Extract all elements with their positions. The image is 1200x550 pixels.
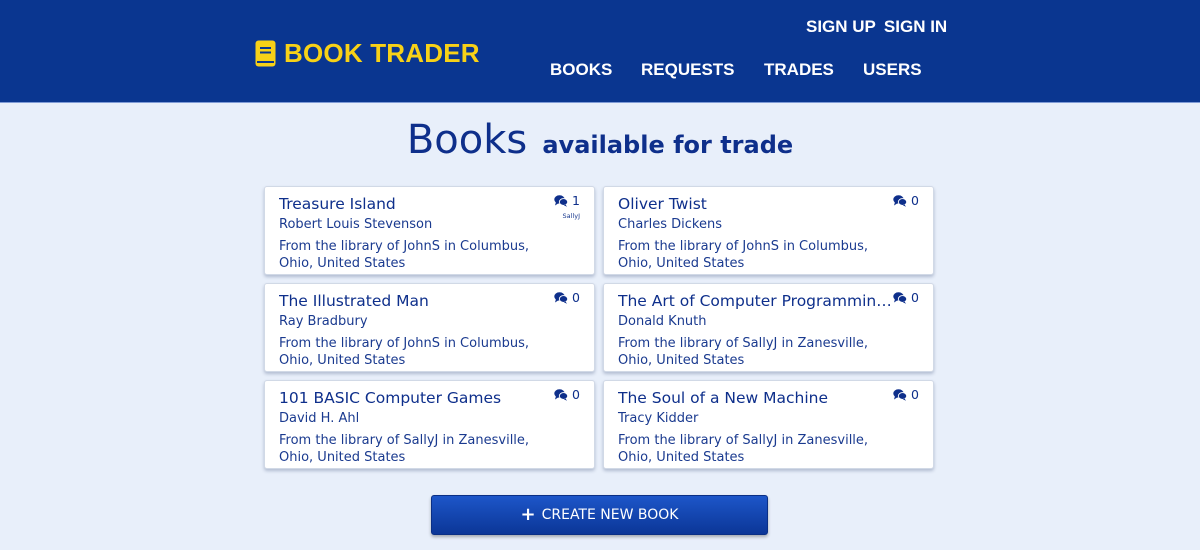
- nav-books[interactable]: BOOKS: [550, 60, 612, 80]
- book-author: David H. Ahl: [279, 411, 360, 426]
- top-navbar: BOOK TRADER SIGN UP SIGN IN BOOKS REQUES…: [0, 0, 1200, 103]
- book-icon: [255, 40, 276, 66]
- book-card[interactable]: Oliver Twist Charles Dickens From the li…: [603, 186, 934, 275]
- requester-name: SallyJ: [562, 212, 581, 220]
- comments-icon: [554, 388, 569, 401]
- book-library: From the library of SallyJ in Zanesville…: [618, 336, 869, 368]
- request-count-value: 1: [572, 193, 580, 208]
- request-count[interactable]: 1: [554, 193, 580, 208]
- book-library: From the library of JohnS in Columbus, O…: [279, 336, 530, 368]
- page-title: Books available for trade: [0, 117, 1200, 163]
- book-library: From the library of SallyJ in Zanesville…: [618, 433, 869, 465]
- book-card[interactable]: 101 BASIC Computer Games David H. Ahl Fr…: [264, 380, 595, 469]
- nav-trades[interactable]: TRADES: [764, 60, 834, 80]
- book-title[interactable]: The Illustrated Man: [279, 291, 559, 311]
- nav-requests[interactable]: REQUESTS: [641, 60, 735, 80]
- request-count-value: 0: [572, 387, 580, 402]
- book-title[interactable]: The Soul of a New Machine: [618, 388, 898, 408]
- book-author: Tracy Kidder: [618, 411, 699, 426]
- request-count[interactable]: 0: [893, 290, 919, 305]
- request-count-value: 0: [911, 193, 919, 208]
- sign-in-link[interactable]: SIGN IN: [884, 17, 947, 37]
- book-library: From the library of JohnS in Columbus, O…: [618, 239, 869, 271]
- page-title-sub: available for trade: [542, 131, 794, 159]
- request-count-value: 0: [911, 387, 919, 402]
- brand-name: BOOK TRADER: [284, 37, 480, 68]
- request-count[interactable]: 0: [554, 387, 580, 402]
- book-title[interactable]: The Art of Computer Programming,...: [618, 291, 898, 311]
- nav-users[interactable]: USERS: [863, 60, 922, 80]
- book-card[interactable]: The Art of Computer Programming,... Dona…: [603, 283, 934, 372]
- page-title-main: Books: [406, 117, 528, 163]
- brand-link[interactable]: BOOK TRADER: [255, 38, 480, 68]
- book-card[interactable]: The Soul of a New Machine Tracy Kidder F…: [603, 380, 934, 469]
- book-title[interactable]: 101 BASIC Computer Games: [279, 388, 559, 408]
- request-count[interactable]: 0: [893, 387, 919, 402]
- book-author: Ray Bradbury: [279, 314, 368, 329]
- request-count[interactable]: 0: [893, 193, 919, 208]
- auth-links: SIGN UP SIGN IN: [806, 17, 947, 37]
- book-card[interactable]: The Illustrated Man Ray Bradbury From th…: [264, 283, 595, 372]
- comments-icon: [893, 388, 908, 401]
- book-title[interactable]: Treasure Island: [279, 194, 559, 214]
- book-author: Robert Louis Stevenson: [279, 217, 433, 232]
- book-grid: Treasure Island Robert Louis Stevenson F…: [264, 186, 935, 469]
- book-author: Charles Dickens: [618, 217, 722, 232]
- request-count-value: 0: [572, 290, 580, 305]
- book-library: From the library of JohnS in Columbus, O…: [279, 239, 530, 271]
- plus-icon: +: [520, 504, 536, 525]
- create-new-book-button[interactable]: + CREATE NEW BOOK: [431, 495, 768, 535]
- comments-icon: [893, 291, 908, 304]
- sign-up-link[interactable]: SIGN UP: [806, 17, 876, 37]
- request-count[interactable]: 0: [554, 290, 580, 305]
- request-count-value: 0: [911, 290, 919, 305]
- comments-icon: [893, 194, 908, 207]
- comments-icon: [554, 194, 569, 207]
- comments-icon: [554, 291, 569, 304]
- book-author: Donald Knuth: [618, 314, 707, 329]
- book-library: From the library of SallyJ in Zanesville…: [279, 433, 530, 465]
- book-title[interactable]: Oliver Twist: [618, 194, 898, 214]
- create-new-book-label: CREATE NEW BOOK: [541, 507, 679, 523]
- book-card[interactable]: Treasure Island Robert Louis Stevenson F…: [264, 186, 595, 275]
